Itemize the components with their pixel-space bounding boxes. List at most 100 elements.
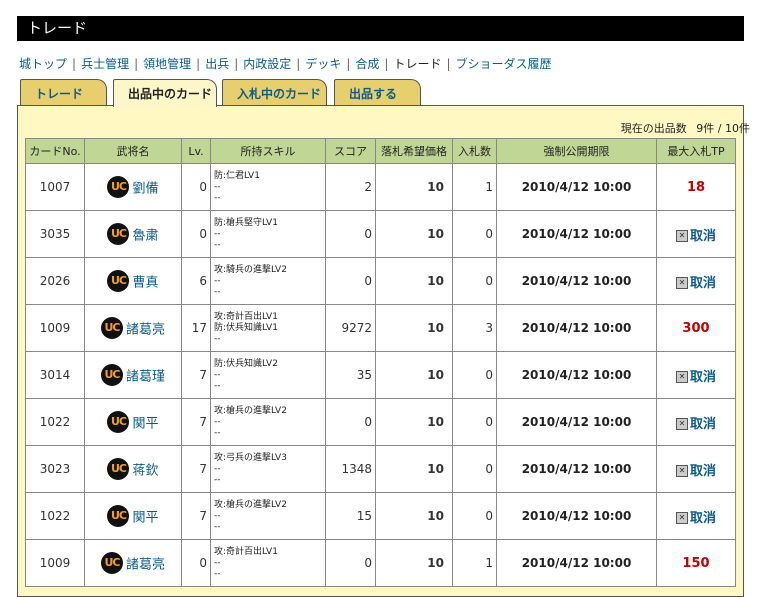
skill-3: -- (214, 286, 221, 297)
deadline: 2010/4/12 10:00 (496, 163, 657, 211)
close-icon: ✕ (675, 512, 688, 524)
cancel-label: 取消 (689, 463, 716, 479)
skill-1: 攻:奇計百出LV1 (214, 546, 278, 557)
desired-price: 10 (375, 257, 453, 305)
nav-link-5[interactable]: デッキ (305, 57, 341, 71)
level: 0 (181, 210, 211, 258)
skill-3: -- (214, 474, 221, 485)
card-no: 1007 (25, 163, 85, 211)
cancel-button[interactable]: ✕ 取消 (675, 510, 716, 526)
general-name-link[interactable]: 蒋欽 (132, 464, 158, 479)
col-max-tp: 最大入札TP (656, 138, 736, 164)
col-level: Lv. (181, 138, 211, 164)
general-cell: UC 関平 (84, 398, 182, 446)
general-name-link[interactable]: 魯粛 (132, 229, 158, 244)
score: 35 (325, 351, 376, 399)
max-tp-value: 150 (682, 555, 710, 571)
cancel-label: 取消 (689, 369, 716, 385)
bid-count: 0 (452, 398, 497, 446)
cancel-cell: ✕ 取消 (656, 257, 736, 305)
skill-2: -- (214, 228, 221, 239)
skill-2: -- (214, 275, 221, 286)
skill-1: 防:仁君LV1 (214, 170, 260, 181)
skills-cell: 防:槍兵堅守LV1 -- -- (210, 210, 326, 258)
tab-list-card[interactable]: 出品する (334, 79, 421, 106)
table-row: 2026 UC 曹真 6 攻:騎兵の進撃LV2 -- -- 0 10 0 2010/4/12 10:… (25, 257, 736, 305)
level: 17 (181, 304, 211, 352)
bid-count: 0 (452, 257, 497, 305)
general-cell: UC 蒋欽 (84, 445, 182, 493)
close-icon: ✕ (675, 230, 688, 242)
col-general-name: 武将名 (84, 138, 182, 164)
uc-rarity-icon: UC (107, 223, 130, 245)
card-no: 2026 (25, 257, 85, 305)
skill-2: -- (214, 181, 221, 192)
page-title: トレード (17, 16, 744, 41)
card-no: 1022 (25, 398, 85, 446)
general-name-link[interactable]: 諸葛瑾 (126, 370, 165, 385)
uc-rarity-icon: UC (100, 317, 123, 339)
uc-rarity-icon: UC (107, 505, 130, 527)
deadline: 2010/4/12 10:00 (496, 304, 657, 352)
tab-trade[interactable]: トレード (20, 79, 107, 106)
general-name-link[interactable]: 諸葛亮 (126, 323, 165, 338)
col-skills: 所持スキル (210, 138, 326, 164)
general-name-link[interactable]: 劉備 (132, 182, 158, 197)
bid-count: 0 (452, 492, 497, 540)
score: 0 (325, 257, 376, 305)
nav-link-4[interactable]: 内政設定 (243, 57, 291, 71)
tab-bidding-cards[interactable]: 入札中のカード (222, 79, 327, 106)
nav-link-2[interactable]: 領地管理 (143, 57, 191, 71)
skill-3: -- (214, 380, 221, 391)
col-bids: 入札数 (452, 138, 497, 164)
nav-separator: | (196, 57, 201, 71)
nav-link-3[interactable]: 出兵 (205, 57, 229, 71)
cancel-button[interactable]: ✕ 取消 (675, 276, 716, 291)
cancel-button[interactable]: ✕ 取消 (675, 417, 716, 432)
card-no: 3023 (25, 445, 85, 493)
cancel-button[interactable]: ✕ 取消 (675, 369, 716, 385)
skill-2: -- (214, 510, 221, 521)
skills-cell: 攻:奇計百出LV1 防:伏兵知識LV1 -- (210, 304, 326, 352)
cancel-cell: ✕ 取消 (656, 492, 736, 540)
skill-1: 攻:槍兵の進撃LV2 (214, 499, 287, 510)
nav-separator: | (296, 57, 301, 71)
skill-2: -- (214, 416, 221, 427)
nav-link-6[interactable]: 合成 (355, 57, 379, 71)
tab-listed-cards[interactable]: 出品中のカード (113, 79, 217, 107)
table-row: 3035 UC 魯粛 0 防:槍兵堅守LV1 -- -- 0 10 0 2010/4/12 10:0… (25, 210, 736, 258)
bid-count: 0 (452, 210, 497, 258)
listing-count: 現在の出品数 9件 / 10件 (621, 120, 750, 136)
desired-price: 10 (375, 398, 453, 446)
score: 2 (325, 163, 376, 211)
cancel-button[interactable]: ✕ 取消 (675, 229, 716, 244)
card-no: 1009 (25, 539, 85, 587)
general-cell: UC 曹真 (84, 257, 182, 305)
nav-link-8[interactable]: ブショーダス履歴 (456, 57, 552, 71)
skill-1: 攻:槍兵の進撃LV2 (214, 405, 287, 416)
table-row: 1009 UC 諸葛亮 17 攻:奇計百出LV1 防:伏兵知識LV1 -- 9272 10 3 20… (25, 304, 736, 352)
max-tp-cell: 150 (656, 539, 736, 587)
skills-cell: 攻:槍兵の進撃LV2 -- -- (210, 492, 326, 540)
deadline: 2010/4/12 10:00 (496, 492, 657, 540)
general-name-link[interactable]: 曹真 (132, 276, 158, 291)
max-tp-value: 18 (686, 179, 706, 195)
card-no: 3014 (25, 351, 85, 399)
listing-count-label: 現在の出品数 (620, 122, 687, 135)
col-deadline: 強制公開期限 (496, 138, 657, 164)
general-name-link[interactable]: 関平 (132, 417, 158, 432)
uc-rarity-icon: UC (100, 364, 123, 386)
uc-rarity-icon: UC (107, 176, 130, 198)
col-card-no: カードNo. (25, 138, 85, 164)
general-cell: UC 魯粛 (84, 210, 182, 258)
nav-link-1[interactable]: 兵士管理 (81, 57, 129, 71)
uc-rarity-icon: UC (100, 552, 123, 574)
desired-price: 10 (375, 492, 453, 540)
cancel-label: 取消 (689, 510, 716, 526)
general-name-link[interactable]: 関平 (132, 511, 158, 526)
level: 7 (181, 445, 211, 493)
skill-1: 防:伏兵知識LV2 (214, 358, 278, 369)
nav-link-0[interactable]: 城トップ (19, 57, 67, 71)
cancel-button[interactable]: ✕ 取消 (675, 463, 716, 479)
general-name-link[interactable]: 諸葛亮 (126, 558, 165, 573)
